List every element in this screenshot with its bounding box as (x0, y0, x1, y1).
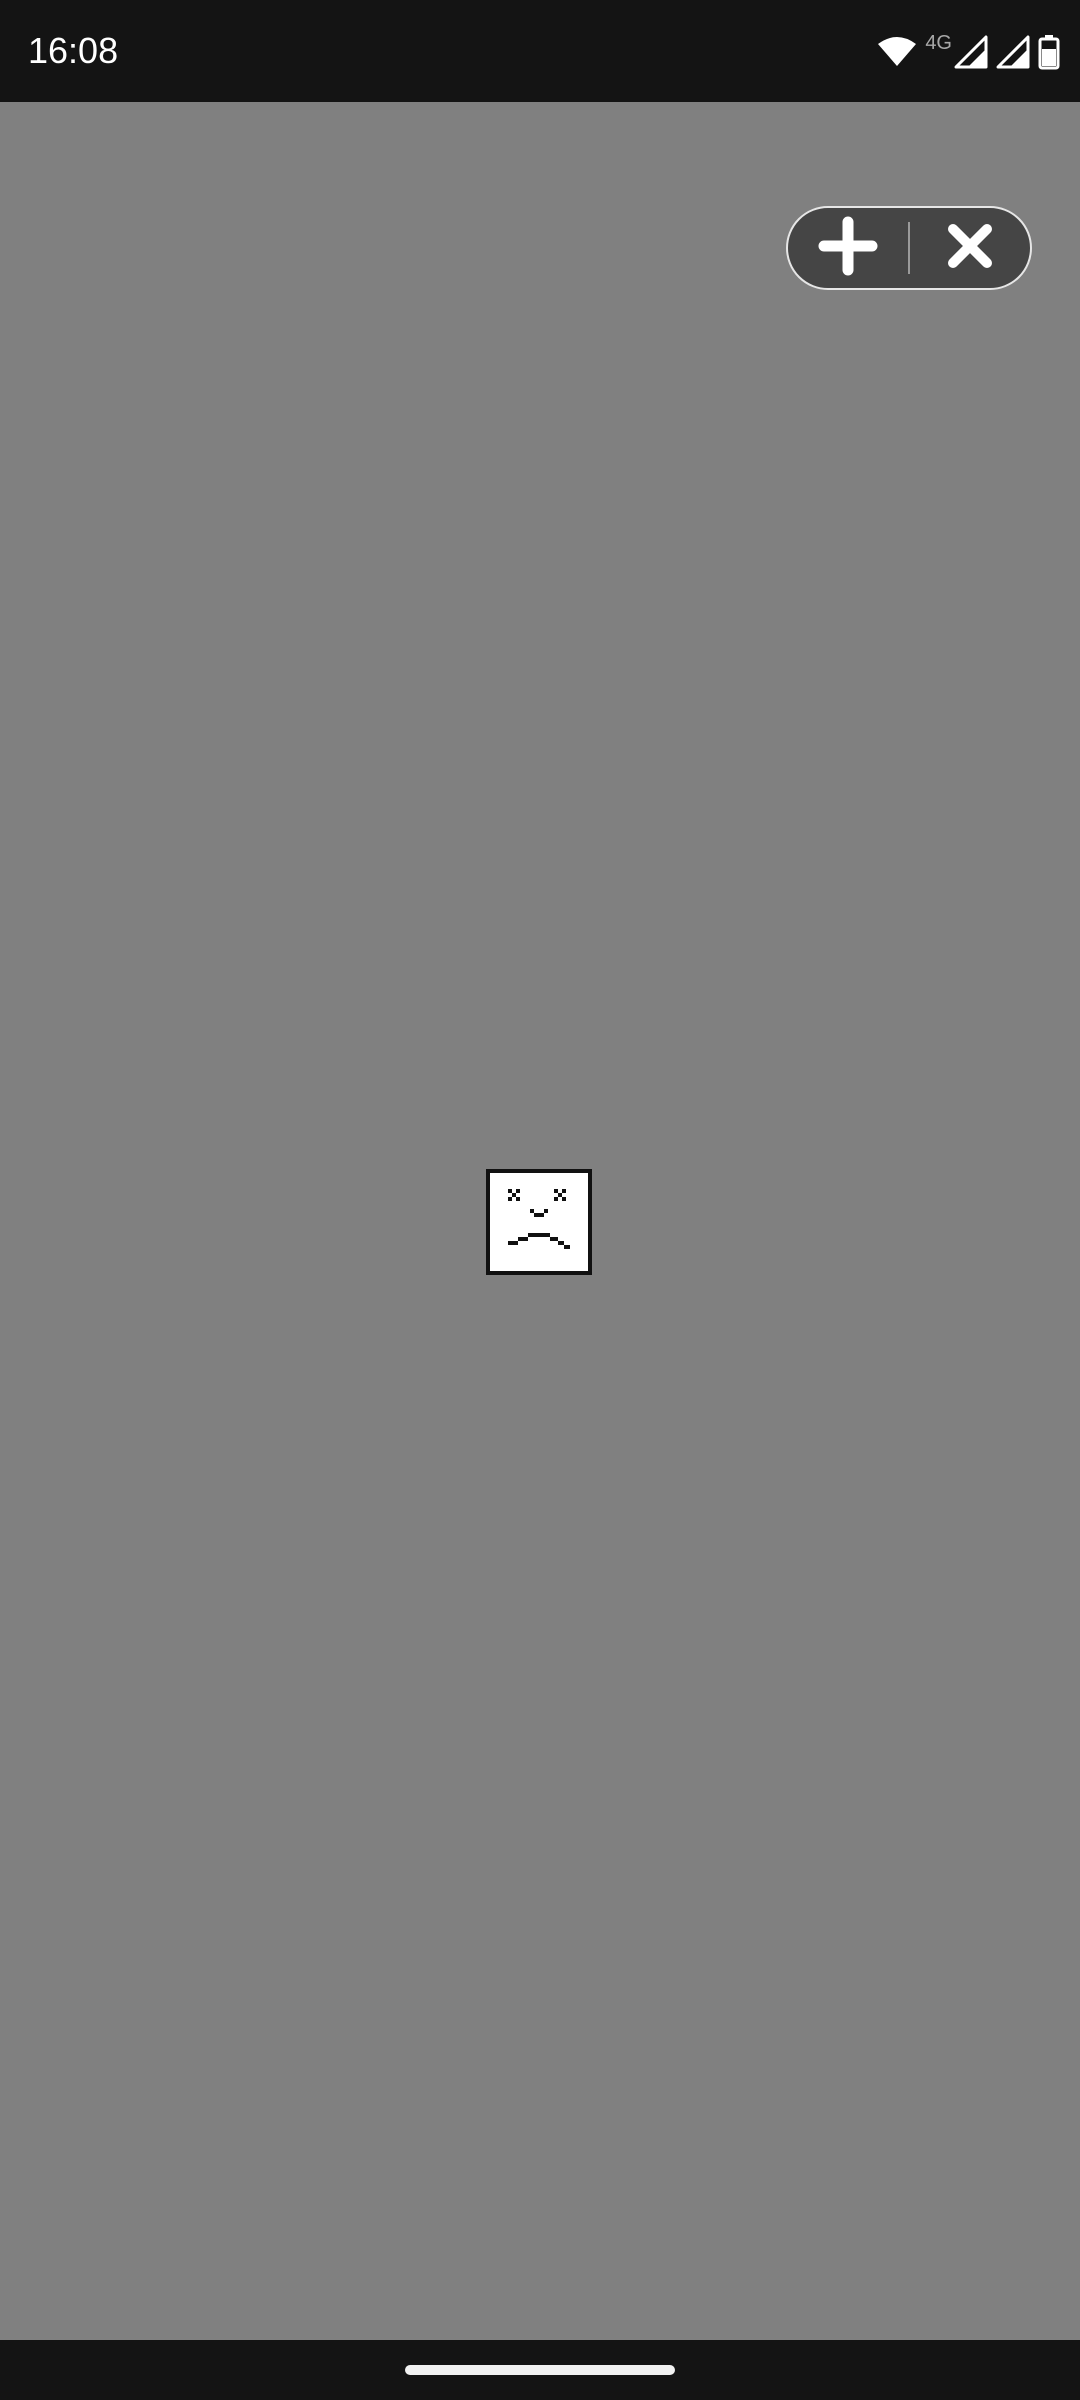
status-time: 16:08 (28, 30, 119, 71)
home-gesture-handle[interactable] (405, 2365, 675, 2375)
broken-image-icon (486, 1169, 592, 1275)
status-icons: 4G (877, 30, 1060, 74)
wifi-icon (877, 36, 917, 68)
battery-icon (1038, 34, 1060, 70)
network-type-label: 4G (925, 31, 952, 54)
close-icon (945, 221, 995, 276)
status-bar: 16:08 4G (0, 0, 1080, 102)
signal-icon (996, 35, 1030, 69)
add-button[interactable] (788, 208, 908, 288)
signal-icon (954, 35, 988, 69)
navigation-bar (0, 2340, 1080, 2400)
close-button[interactable] (910, 208, 1030, 288)
floating-control-pill (786, 206, 1032, 290)
content-area (0, 102, 1080, 2340)
plus-icon (818, 216, 878, 281)
